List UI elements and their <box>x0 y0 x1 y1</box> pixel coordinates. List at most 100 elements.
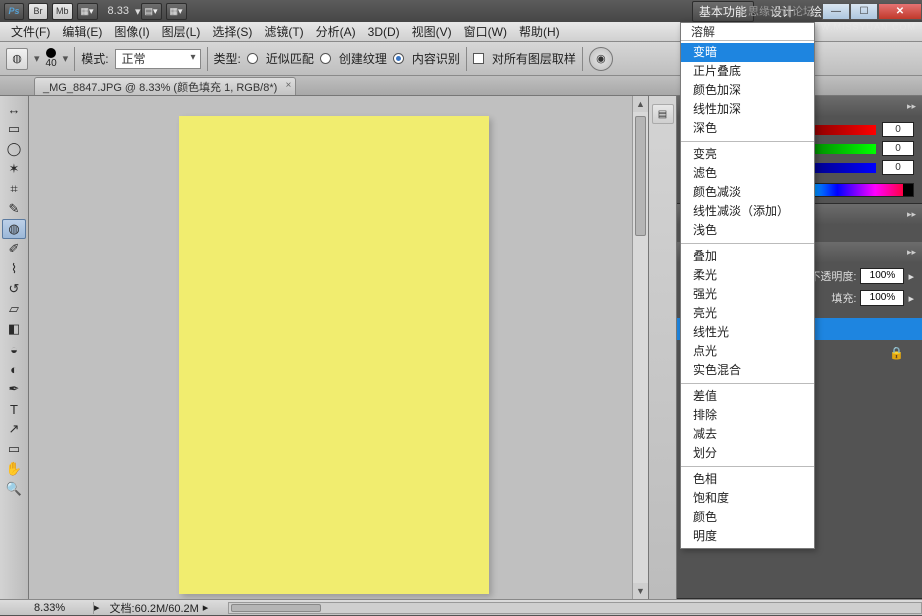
blend-mode-item[interactable]: 色相 <box>681 470 814 489</box>
status-document: 文档:60.2M/60.2M <box>100 600 199 616</box>
blend-mode-item[interactable]: 划分 <box>681 444 814 463</box>
arrange-button[interactable]: ▤▾ <box>141 3 162 20</box>
r-value[interactable]: 0 <box>882 122 914 137</box>
sample-all-layers-checkbox[interactable] <box>473 53 484 64</box>
blend-mode-item[interactable]: 变亮 <box>681 145 814 164</box>
menu-item[interactable]: 文件(F) <box>5 21 56 42</box>
blend-mode-item[interactable]: 实色混合 <box>681 361 814 380</box>
type-tool[interactable]: T <box>2 399 26 419</box>
lasso-tool[interactable]: ◯ <box>2 139 26 159</box>
menu-item[interactable]: 3D(D) <box>362 23 406 41</box>
window-minimize[interactable]: — <box>822 3 850 20</box>
watermark-url: WWW.MISSYUAN.COM <box>802 22 916 32</box>
blend-mode-item[interactable]: 饱和度 <box>681 489 814 508</box>
current-tool-icon[interactable]: ◍ <box>6 48 28 70</box>
fill-value[interactable]: 100% <box>860 290 904 306</box>
status-bar: 8.33% ▸ 文档:60.2M/60.2M ▸ <box>0 599 922 615</box>
menu-item[interactable]: 窗口(W) <box>458 21 513 42</box>
collapsed-panel-strip: ▤ <box>649 96 677 599</box>
menu-item[interactable]: 滤镜(T) <box>258 21 309 42</box>
blend-mode-item[interactable]: 正片叠底 <box>681 62 814 81</box>
blend-top-item[interactable]: 溶解 <box>681 23 814 41</box>
blend-mode-item[interactable]: 亮光 <box>681 304 814 323</box>
crop-tool[interactable]: ⌗ <box>2 179 26 199</box>
blend-mode-item[interactable]: 颜色减淡 <box>681 183 814 202</box>
menu-item[interactable]: 编辑(E) <box>56 21 108 42</box>
blend-mode-item[interactable]: 柔光 <box>681 266 814 285</box>
mode-label: 模式: <box>81 50 108 67</box>
zoom-readout: 8.33 <box>108 5 129 17</box>
blend-mode-dropdown: 溶解 变暗正片叠底颜色加深线性加深深色变亮滤色颜色减淡线性减淡（添加）浅色叠加柔… <box>680 22 815 549</box>
blend-mode-item[interactable]: 颜色 <box>681 508 814 527</box>
zoom-tool[interactable]: 🔍 <box>2 479 26 499</box>
blend-mode-item[interactable]: 滤色 <box>681 164 814 183</box>
br-button[interactable]: Br <box>28 3 48 20</box>
extras-button[interactable]: ▦▾ <box>166 3 187 20</box>
stamp-tool[interactable]: ⌇ <box>2 259 26 279</box>
status-zoom[interactable]: 8.33% <box>34 602 94 614</box>
eyedropper-tool[interactable]: ✎ <box>2 199 26 219</box>
blend-mode-item[interactable]: 强光 <box>681 285 814 304</box>
screen-mode-button[interactable]: ▦▾ <box>77 3 98 20</box>
blend-mode-item[interactable]: 叠加 <box>681 247 814 266</box>
radio-texture[interactable] <box>320 53 331 64</box>
ps-logo: Ps <box>4 3 24 20</box>
move-tool[interactable]: ↔ <box>2 99 26 119</box>
heal-tool[interactable]: ◍ <box>2 219 26 239</box>
marquee-tool[interactable]: ▭ <box>2 119 26 139</box>
menu-item[interactable]: 分析(A) <box>310 21 362 42</box>
watermark-text: 思缘设计论坛 <box>748 3 814 19</box>
blend-mode-item[interactable]: 线性光 <box>681 323 814 342</box>
blend-mode-item[interactable]: 差值 <box>681 387 814 406</box>
window-maximize[interactable]: ☐ <box>850 3 878 20</box>
pressure-button[interactable]: ◉ <box>589 47 613 71</box>
dodge-tool[interactable]: ◐ <box>2 359 26 379</box>
hand-tool[interactable]: ✋ <box>2 459 26 479</box>
wand-tool[interactable]: ✶ <box>2 159 26 179</box>
fill-label: 填充: <box>831 290 856 306</box>
menu-item[interactable]: 图层(L) <box>156 21 207 42</box>
scrollbar-thumb[interactable] <box>635 116 646 236</box>
shape-tool[interactable]: ▭ <box>2 439 26 459</box>
path-tool[interactable]: ↗ <box>2 419 26 439</box>
blend-mode-item[interactable]: 深色 <box>681 119 814 138</box>
document-title: _MG_8847.JPG @ 8.33% (颜色填充 1, RGB/8*) <box>43 82 277 94</box>
blend-mode-item[interactable]: 点光 <box>681 342 814 361</box>
blend-mode-item[interactable]: 排除 <box>681 406 814 425</box>
g-value[interactable]: 0 <box>882 141 914 156</box>
pen-tool[interactable]: ✒ <box>2 379 26 399</box>
close-tab-icon[interactable]: × <box>285 80 291 91</box>
lock-icon: 🔒 <box>889 346 904 360</box>
workspace-essentials[interactable]: 基本功能 <box>692 1 754 22</box>
b-value[interactable]: 0 <box>882 160 914 175</box>
blend-mode-item[interactable]: 明度 <box>681 527 814 546</box>
menu-item[interactable]: 选择(S) <box>206 21 258 42</box>
blur-tool[interactable]: ◒ <box>2 339 26 359</box>
mb-button[interactable]: Mb <box>52 3 73 20</box>
opacity-value[interactable]: 100% <box>860 268 904 284</box>
menu-item[interactable]: 视图(V) <box>406 21 458 42</box>
blend-mode-item[interactable]: 颜色加深 <box>681 81 814 100</box>
history-brush-tool[interactable]: ↺ <box>2 279 26 299</box>
document-tab[interactable]: _MG_8847.JPG @ 8.33% (颜色填充 1, RGB/8*) × <box>34 77 296 95</box>
gradient-tool[interactable]: ◧ <box>2 319 26 339</box>
blend-mode-select[interactable]: 正常 <box>115 49 201 69</box>
blend-mode-item[interactable]: 线性加深 <box>681 100 814 119</box>
menu-item[interactable]: 图像(I) <box>108 21 155 42</box>
eraser-tool[interactable]: ▱ <box>2 299 26 319</box>
brush-preview[interactable]: 40 <box>46 48 57 69</box>
menu-item[interactable]: 帮助(H) <box>513 21 566 42</box>
history-panel-icon[interactable]: ▤ <box>652 104 674 124</box>
radio-proximity[interactable] <box>247 53 258 64</box>
blend-mode-item[interactable]: 变暗 <box>681 43 814 62</box>
blend-mode-item[interactable]: 线性减淡（添加） <box>681 202 814 221</box>
vertical-scrollbar[interactable]: ▲ ▼ <box>632 96 648 599</box>
canvas[interactable] <box>179 116 489 594</box>
canvas-area[interactable]: ▲ ▼ <box>29 96 649 599</box>
blend-mode-item[interactable]: 浅色 <box>681 221 814 240</box>
radio-content-aware[interactable] <box>393 53 404 64</box>
blend-mode-item[interactable]: 减去 <box>681 425 814 444</box>
brush-tool[interactable]: ✐ <box>2 239 26 259</box>
horizontal-scrollbar[interactable] <box>228 602 922 614</box>
window-close[interactable]: ✕ <box>878 3 922 20</box>
